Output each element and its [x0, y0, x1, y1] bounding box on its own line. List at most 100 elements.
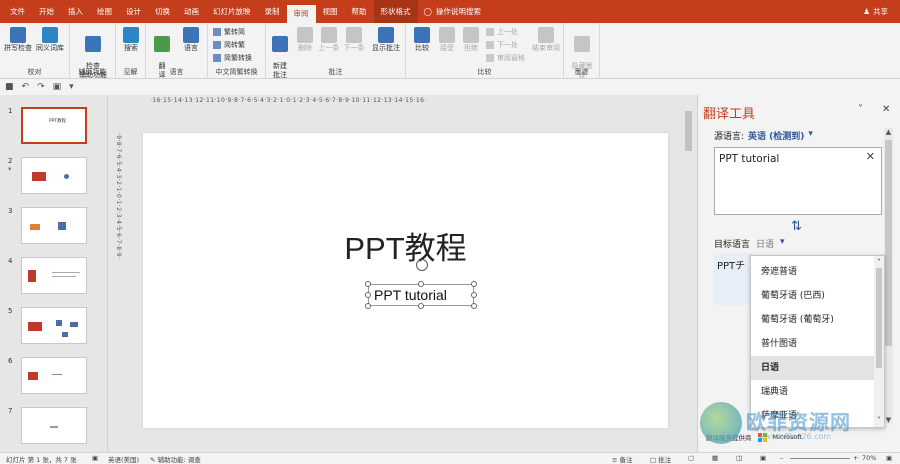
tab-file[interactable]: 文件 [0, 0, 32, 23]
slide-canvas[interactable]: PPT教程 PPT tutorial [143, 133, 668, 428]
target-language-select[interactable]: 日语 [756, 237, 774, 250]
language-button[interactable]: 语言 [178, 27, 204, 53]
resize-handle[interactable] [471, 303, 477, 309]
tab-record[interactable]: 录制 [258, 0, 287, 23]
customize-qat-icon[interactable]: ▾ [69, 82, 74, 92]
tab-insert[interactable]: 插入 [61, 0, 90, 23]
simp-to-trad-button[interactable]: 简转繁 [213, 40, 245, 50]
accessibility-status[interactable]: ✎ 辅助功能: 调查 [150, 454, 201, 464]
undo-icon[interactable]: ↶ [22, 82, 30, 92]
slide-thumbnail-7[interactable] [21, 407, 87, 444]
normal-view-icon[interactable]: ▢ [688, 454, 694, 462]
rotate-handle-icon[interactable] [416, 259, 428, 271]
resize-handle[interactable] [365, 292, 371, 298]
language-option[interactable]: 瑞典语 [751, 380, 874, 404]
slide-thumbnail-5[interactable] [21, 307, 87, 344]
redo-icon[interactable]: ↷ [37, 82, 45, 92]
source-text-box[interactable]: PPT tutorial ✕ [714, 147, 882, 215]
chevron-down-icon[interactable]: ▾ [808, 129, 813, 142]
spellcheck-icon[interactable]: ▣ [92, 454, 98, 462]
thesaurus-button[interactable]: 同义词库 [34, 27, 66, 53]
scroll-down-icon[interactable]: ˅ [874, 416, 884, 425]
notes-button[interactable]: ≡ 备注 [612, 454, 633, 464]
language-option[interactable]: 萨摩亚语 [751, 404, 874, 427]
slide-thumbnail-1[interactable]: PPT教程 [21, 107, 87, 144]
slide-thumbnail-2[interactable] [21, 157, 87, 194]
tab-transitions[interactable]: 切换 [148, 0, 177, 23]
accept-button[interactable]: 接受 [436, 27, 458, 53]
scroll-down-icon[interactable]: ▼ [884, 416, 893, 424]
end-review-button[interactable]: 结束审阅 [530, 27, 562, 53]
slide-thumbnail-3[interactable] [21, 207, 87, 244]
trad-to-simp-button[interactable]: 繁转简 [213, 27, 245, 37]
next-change-button[interactable]: 下一处 [486, 40, 518, 50]
tab-slideshow[interactable]: 幻灯片放映 [206, 0, 258, 23]
resize-handle[interactable] [418, 281, 424, 287]
simp-trad-conv-button[interactable]: 简繁转换 [213, 53, 252, 63]
resize-handle[interactable] [471, 292, 477, 298]
previous-comment-button[interactable]: 上一条 [317, 27, 341, 53]
close-icon[interactable]: ✕ [882, 104, 890, 115]
language-option[interactable]: 普什图语 [751, 332, 874, 356]
editor-scrollbar[interactable] [684, 97, 693, 449]
scroll-up-icon[interactable]: ▲ [884, 128, 893, 136]
prev-change-button[interactable]: 上一处 [486, 27, 518, 37]
tab-animations[interactable]: 动画 [177, 0, 206, 23]
compare-button[interactable]: 比较 [410, 27, 434, 53]
language-option-selected[interactable]: 日语 [751, 356, 874, 380]
fit-slide-icon[interactable]: ▣ [886, 454, 892, 462]
show-comments-button[interactable]: 显示批注 [369, 27, 403, 53]
tell-me-search[interactable]: ◯ 操作说明搜索 [424, 6, 481, 17]
clear-text-icon[interactable]: ✕ [866, 150, 875, 163]
source-language-select[interactable]: 英语 (检测到) [748, 129, 804, 142]
swap-languages-icon[interactable]: ⇅ [791, 219, 802, 234]
spell-check-button[interactable]: 拼写检查 [4, 27, 32, 53]
language-status[interactable]: 英语(美国) [108, 454, 139, 464]
tab-home[interactable]: 开始 [32, 0, 61, 23]
editor-scroll-thumb[interactable] [685, 111, 692, 151]
zoom-slider[interactable] [790, 458, 850, 459]
zoom-level[interactable]: 70% [862, 454, 876, 462]
share-button[interactable]: ♟ 共享 [863, 0, 888, 23]
pane-options-icon[interactable]: ˅ [858, 104, 863, 115]
slide-title[interactable]: PPT教程 [143, 223, 668, 268]
zoom-out-icon[interactable]: – [780, 454, 783, 462]
resize-handle[interactable] [365, 281, 371, 287]
next-comment-button[interactable]: 下一条 [342, 27, 366, 53]
tab-view[interactable]: 视图 [316, 0, 345, 23]
pane-scroll-thumb[interactable] [885, 140, 892, 346]
thumb-shape [64, 174, 69, 179]
tab-shape-format[interactable]: 形状格式 [373, 0, 418, 23]
zoom-in-icon[interactable]: + [853, 454, 858, 462]
slideshow-icon[interactable]: ▣ [760, 454, 766, 462]
quick-access-toolbar: ■ ↶ ↷ ▣ ▾ [0, 79, 900, 95]
tab-design[interactable]: 设计 [119, 0, 148, 23]
dropdown-scrollbar[interactable]: ˄ ˅ [874, 256, 884, 427]
reviewing-pane-button[interactable]: 审阅窗格 [486, 53, 525, 63]
pane-scrollbar[interactable]: ▲ ▼ [884, 128, 893, 424]
dropdown-scroll-thumb[interactable] [876, 268, 882, 368]
delete-comment-button[interactable]: 删除 [294, 27, 316, 53]
resize-handle[interactable] [418, 303, 424, 309]
ribbon-review: 拼写检查 同义词库 校对 检查 辅助功能 辅助功能 搜索 见解 翻 译 语言 语… [0, 23, 900, 79]
simp-to-trad-label: 简转繁 [224, 41, 245, 49]
reject-button[interactable]: 拒绝 [460, 27, 482, 53]
language-option[interactable]: 旁遮普语 [751, 260, 874, 284]
slide-sorter-icon[interactable]: ▦ [712, 454, 718, 462]
tab-help[interactable]: 帮助 [345, 0, 374, 23]
chevron-down-icon[interactable]: ▾ [780, 237, 785, 250]
tab-review[interactable]: 审阅 [286, 5, 316, 23]
comments-button[interactable]: □ 批注 [650, 454, 671, 464]
search-button[interactable]: 搜索 [120, 27, 142, 53]
scroll-up-icon[interactable]: ˄ [874, 258, 884, 267]
language-option[interactable]: 葡萄牙语 (巴西) [751, 284, 874, 308]
present-icon[interactable]: ▣ [53, 82, 62, 92]
tab-draw[interactable]: 绘图 [90, 0, 119, 23]
reading-view-icon[interactable]: ◫ [736, 454, 742, 462]
resize-handle[interactable] [471, 281, 477, 287]
language-option[interactable]: 葡萄牙语 (葡萄牙) [751, 308, 874, 332]
resize-handle[interactable] [365, 303, 371, 309]
slide-thumbnail-6[interactable] [21, 357, 87, 394]
save-icon[interactable]: ■ [5, 82, 14, 92]
slide-thumbnail-4[interactable] [21, 257, 87, 294]
